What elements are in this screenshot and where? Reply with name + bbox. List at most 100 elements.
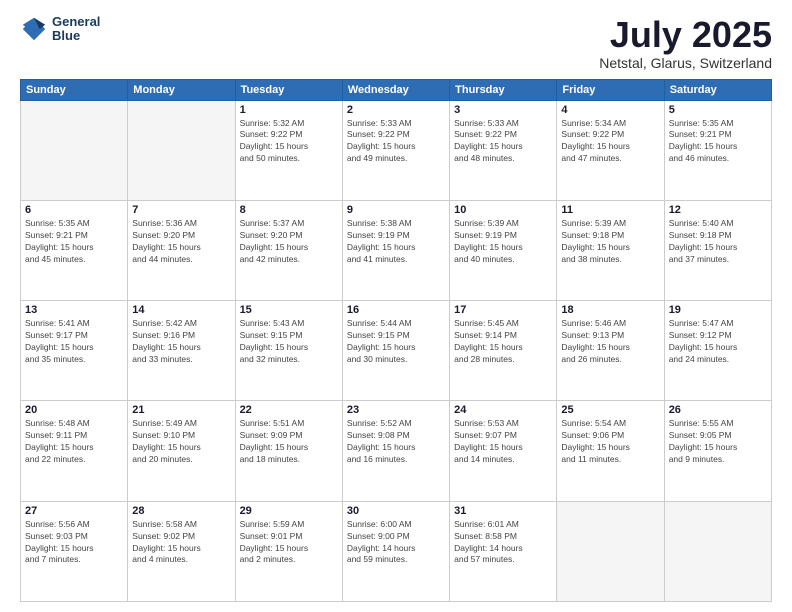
day-number: 8 <box>240 204 338 216</box>
calendar-cell-w3-d2: 14Sunrise: 5:42 AM Sunset: 9:16 PM Dayli… <box>128 301 235 401</box>
calendar-cell-w2-d1: 6 Sunrise: 5:35 AM Sunset: 9:21 PM Daylig… <box>21 200 128 300</box>
day-number: 7 <box>132 204 230 216</box>
calendar-cell-w1-d6: 4 Sunrise: 5:34 AM Sunset: 9:22 PM Daylig… <box>557 100 664 200</box>
day-info: Sunrise: 5:36 AM Sunset: 9:20 PM Dayligh… <box>132 218 230 266</box>
day-info: Sunrise: 5:44 AM Sunset: 9:15 PM Dayligh… <box>347 318 445 366</box>
day-number: 15 <box>240 304 338 316</box>
calendar-cell-w4-d1: 20 Sunrise: 5:48 AM Sunset: 9:11 PM Dayli… <box>21 401 128 501</box>
day-number: 18 <box>561 304 659 316</box>
day-info: Sunrise: 5:35 AM Sunset: 9:21 PM Dayligh… <box>669 118 767 166</box>
day-info: Sunrise: 5:59 AM Sunset: 9:01 PM Dayligh… <box>240 519 338 567</box>
calendar-cell-w3-d6: 18 Sunrise: 5:46 AM Sunset: 9:13 PM Dayli… <box>557 301 664 401</box>
day-number: 10 <box>454 204 552 216</box>
day-number: 11 <box>561 204 659 216</box>
calendar-cell-w4-d5: 24 Sunrise: 5:53 AM Sunset: 9:07 PM Dayli… <box>450 401 557 501</box>
calendar-cell-w1-d1 <box>21 100 128 200</box>
day-info: Sunrise: 5:34 AM Sunset: 9:22 PM Dayligh… <box>561 118 659 166</box>
day-number: 30 <box>347 505 445 517</box>
day-number: 6 <box>25 204 123 216</box>
day-info: Sunrise: 5:53 AM Sunset: 9:07 PM Dayligh… <box>454 418 552 466</box>
calendar-cell-w5-d3: 29Sunrise: 5:59 AM Sunset: 9:01 PM Dayli… <box>235 501 342 601</box>
day-info: Sunrise: 5:33 AM Sunset: 9:22 PM Dayligh… <box>454 118 552 166</box>
day-info: Sunrise: 5:47 AM Sunset: 9:12 PM Dayligh… <box>669 318 767 366</box>
day-info: Sunrise: 5:39 AM Sunset: 9:18 PM Dayligh… <box>561 218 659 266</box>
calendar-cell-w5-d7 <box>664 501 771 601</box>
day-info: Sunrise: 5:40 AM Sunset: 9:18 PM Dayligh… <box>669 218 767 266</box>
day-info: Sunrise: 5:33 AM Sunset: 9:22 PM Dayligh… <box>347 118 445 166</box>
col-saturday: Saturday <box>664 79 771 100</box>
calendar-cell-w2-d6: 11 Sunrise: 5:39 AM Sunset: 9:18 PM Dayli… <box>557 200 664 300</box>
calendar-body: 1 Sunrise: 5:32 AM Sunset: 9:22 PM Daylig… <box>21 100 772 601</box>
col-friday: Friday <box>557 79 664 100</box>
calendar-cell-w5-d6 <box>557 501 664 601</box>
day-info: Sunrise: 5:46 AM Sunset: 9:13 PM Dayligh… <box>561 318 659 366</box>
calendar-cell-w2-d5: 10Sunrise: 5:39 AM Sunset: 9:19 PM Dayli… <box>450 200 557 300</box>
day-number: 21 <box>132 404 230 416</box>
col-tuesday: Tuesday <box>235 79 342 100</box>
calendar-cell-w4-d2: 21Sunrise: 5:49 AM Sunset: 9:10 PM Dayli… <box>128 401 235 501</box>
day-number: 27 <box>25 505 123 517</box>
col-wednesday: Wednesday <box>342 79 449 100</box>
week-row-1: 1 Sunrise: 5:32 AM Sunset: 9:22 PM Daylig… <box>21 100 772 200</box>
day-info: Sunrise: 5:52 AM Sunset: 9:08 PM Dayligh… <box>347 418 445 466</box>
day-info: Sunrise: 5:51 AM Sunset: 9:09 PM Dayligh… <box>240 418 338 466</box>
calendar-table: Sunday Monday Tuesday Wednesday Thursday… <box>20 79 772 602</box>
week-row-2: 6 Sunrise: 5:35 AM Sunset: 9:21 PM Daylig… <box>21 200 772 300</box>
calendar-cell-w2-d4: 9Sunrise: 5:38 AM Sunset: 9:19 PM Daylig… <box>342 200 449 300</box>
day-info: Sunrise: 5:35 AM Sunset: 9:21 PM Dayligh… <box>25 218 123 266</box>
day-number: 19 <box>669 304 767 316</box>
col-thursday: Thursday <box>450 79 557 100</box>
calendar-cell-w3-d7: 19 Sunrise: 5:47 AM Sunset: 9:12 PM Dayli… <box>664 301 771 401</box>
header-row: Sunday Monday Tuesday Wednesday Thursday… <box>21 79 772 100</box>
calendar-cell-w2-d3: 8 Sunrise: 5:37 AM Sunset: 9:20 PM Daylig… <box>235 200 342 300</box>
col-monday: Monday <box>128 79 235 100</box>
calendar-cell-w5-d4: 30 Sunrise: 6:00 AM Sunset: 9:00 PM Dayli… <box>342 501 449 601</box>
day-number: 9 <box>347 204 445 216</box>
calendar-cell-w1-d2 <box>128 100 235 200</box>
calendar-cell-w3-d3: 15 Sunrise: 5:43 AM Sunset: 9:15 PM Dayli… <box>235 301 342 401</box>
day-number: 3 <box>454 104 552 116</box>
day-number: 24 <box>454 404 552 416</box>
calendar-cell-w4-d6: 25 Sunrise: 5:54 AM Sunset: 9:06 PM Dayli… <box>557 401 664 501</box>
week-row-4: 20 Sunrise: 5:48 AM Sunset: 9:11 PM Dayli… <box>21 401 772 501</box>
day-number: 23 <box>347 404 445 416</box>
day-number: 22 <box>240 404 338 416</box>
day-number: 31 <box>454 505 552 517</box>
calendar-cell-w5-d2: 28Sunrise: 5:58 AM Sunset: 9:02 PM Dayli… <box>128 501 235 601</box>
title-block: July 2025 Netstal, Glarus, Switzerland <box>599 15 772 71</box>
day-info: Sunrise: 5:32 AM Sunset: 9:22 PM Dayligh… <box>240 118 338 166</box>
day-number: 5 <box>669 104 767 116</box>
calendar-cell-w4-d7: 26 Sunrise: 5:55 AM Sunset: 9:05 PM Dayli… <box>664 401 771 501</box>
col-sunday: Sunday <box>21 79 128 100</box>
calendar-cell-w1-d7: 5 Sunrise: 5:35 AM Sunset: 9:21 PM Daylig… <box>664 100 771 200</box>
calendar-cell-w2-d7: 12Sunrise: 5:40 AM Sunset: 9:18 PM Dayli… <box>664 200 771 300</box>
logo-icon <box>20 15 48 43</box>
day-info: Sunrise: 5:37 AM Sunset: 9:20 PM Dayligh… <box>240 218 338 266</box>
calendar-cell-w2-d2: 7 Sunrise: 5:36 AM Sunset: 9:20 PM Daylig… <box>128 200 235 300</box>
day-info: Sunrise: 6:01 AM Sunset: 8:58 PM Dayligh… <box>454 519 552 567</box>
day-info: Sunrise: 5:45 AM Sunset: 9:14 PM Dayligh… <box>454 318 552 366</box>
logo: General Blue <box>20 15 100 44</box>
day-info: Sunrise: 5:55 AM Sunset: 9:05 PM Dayligh… <box>669 418 767 466</box>
week-row-3: 13Sunrise: 5:41 AM Sunset: 9:17 PM Dayli… <box>21 301 772 401</box>
day-info: Sunrise: 5:54 AM Sunset: 9:06 PM Dayligh… <box>561 418 659 466</box>
header: General Blue July 2025 Netstal, Glarus, … <box>20 15 772 71</box>
day-number: 20 <box>25 404 123 416</box>
calendar-cell-w1-d4: 2Sunrise: 5:33 AM Sunset: 9:22 PM Daylig… <box>342 100 449 200</box>
day-number: 25 <box>561 404 659 416</box>
week-row-5: 27Sunrise: 5:56 AM Sunset: 9:03 PM Dayli… <box>21 501 772 601</box>
day-number: 17 <box>454 304 552 316</box>
day-info: Sunrise: 6:00 AM Sunset: 9:00 PM Dayligh… <box>347 519 445 567</box>
day-number: 13 <box>25 304 123 316</box>
main-title: July 2025 <box>599 15 772 55</box>
calendar-cell-w3-d4: 16Sunrise: 5:44 AM Sunset: 9:15 PM Dayli… <box>342 301 449 401</box>
day-info: Sunrise: 5:43 AM Sunset: 9:15 PM Dayligh… <box>240 318 338 366</box>
day-number: 1 <box>240 104 338 116</box>
calendar-cell-w4-d3: 22 Sunrise: 5:51 AM Sunset: 9:09 PM Dayli… <box>235 401 342 501</box>
day-info: Sunrise: 5:58 AM Sunset: 9:02 PM Dayligh… <box>132 519 230 567</box>
day-number: 26 <box>669 404 767 416</box>
subtitle: Netstal, Glarus, Switzerland <box>599 55 772 71</box>
calendar-cell-w1-d3: 1 Sunrise: 5:32 AM Sunset: 9:22 PM Daylig… <box>235 100 342 200</box>
day-number: 4 <box>561 104 659 116</box>
day-info: Sunrise: 5:48 AM Sunset: 9:11 PM Dayligh… <box>25 418 123 466</box>
